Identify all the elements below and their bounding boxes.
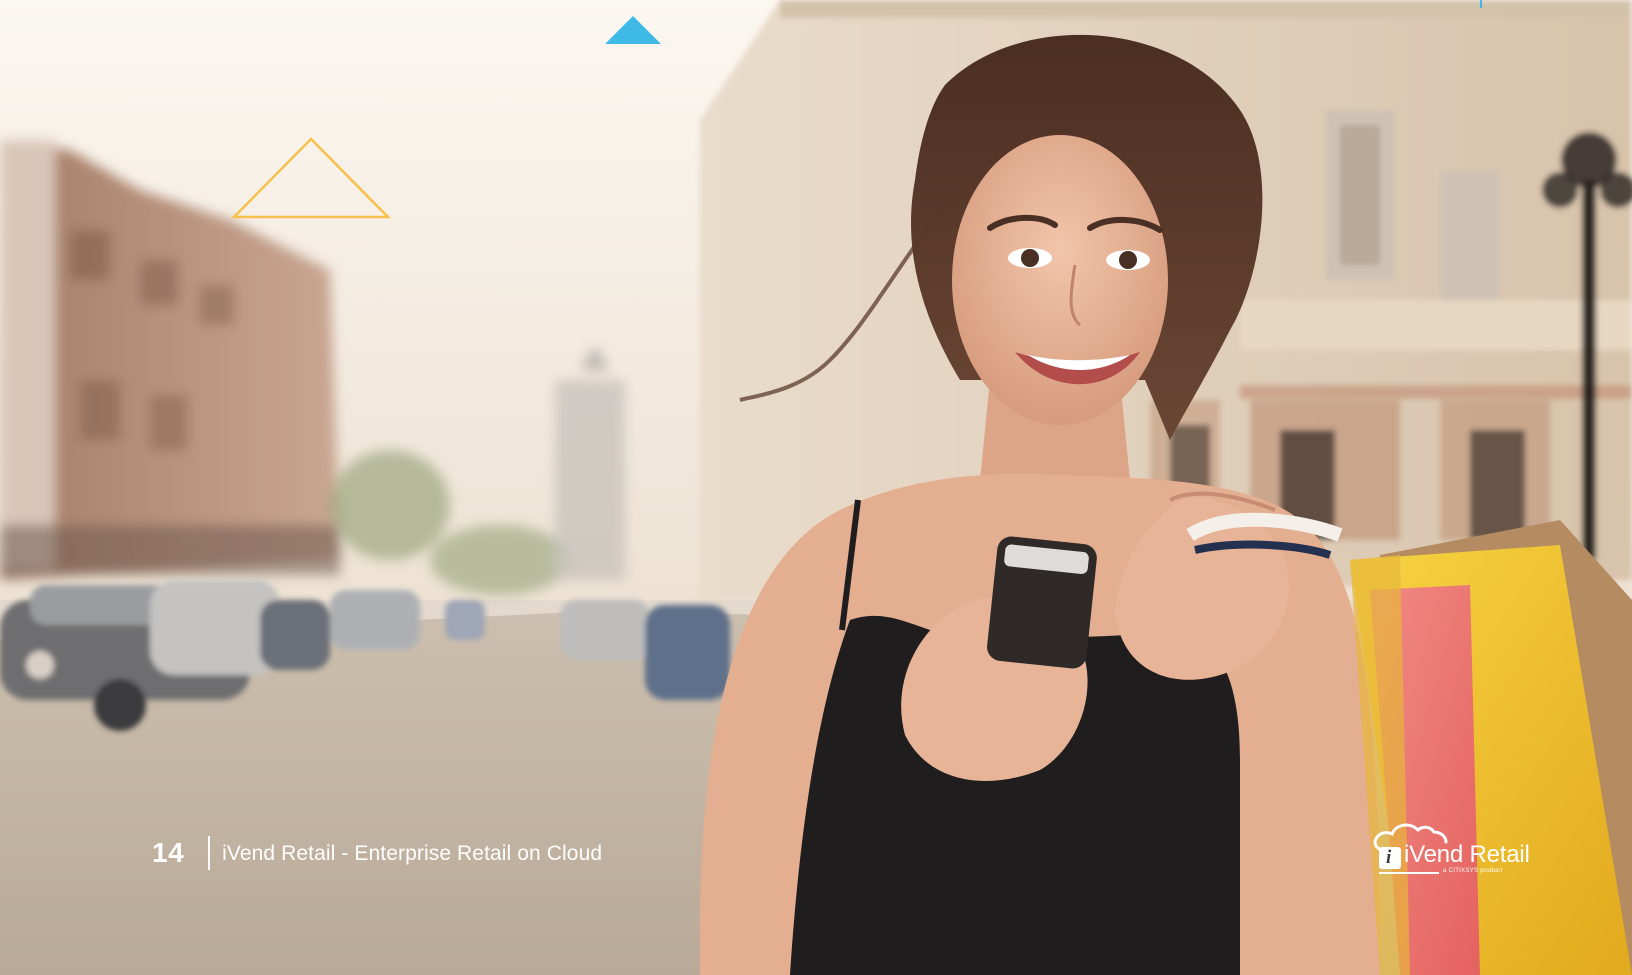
footer-divider bbox=[208, 836, 211, 870]
logo-underline bbox=[1379, 872, 1439, 874]
top-marker-line bbox=[1480, 0, 1482, 8]
shopping-bags bbox=[1350, 520, 1632, 975]
brand-logo: i iVend Retail a CITIXSYS product bbox=[1370, 820, 1530, 880]
page-number: 14 bbox=[152, 837, 185, 868]
logo-mark-letter: i bbox=[1386, 847, 1392, 868]
triangle-outline-icon bbox=[231, 137, 391, 219]
logo-tagline: a CITIXSYS product bbox=[1443, 868, 1503, 874]
page-footer: 14 iVend Retail - Enterprise Retail on C… bbox=[152, 836, 602, 870]
logo-brand-name: iVend Retail bbox=[1404, 841, 1530, 868]
logo-mark: i bbox=[1379, 847, 1401, 869]
document-title: iVend Retail - Enterprise Retail on Clou… bbox=[222, 841, 603, 865]
triangle-filled-icon bbox=[605, 16, 661, 44]
